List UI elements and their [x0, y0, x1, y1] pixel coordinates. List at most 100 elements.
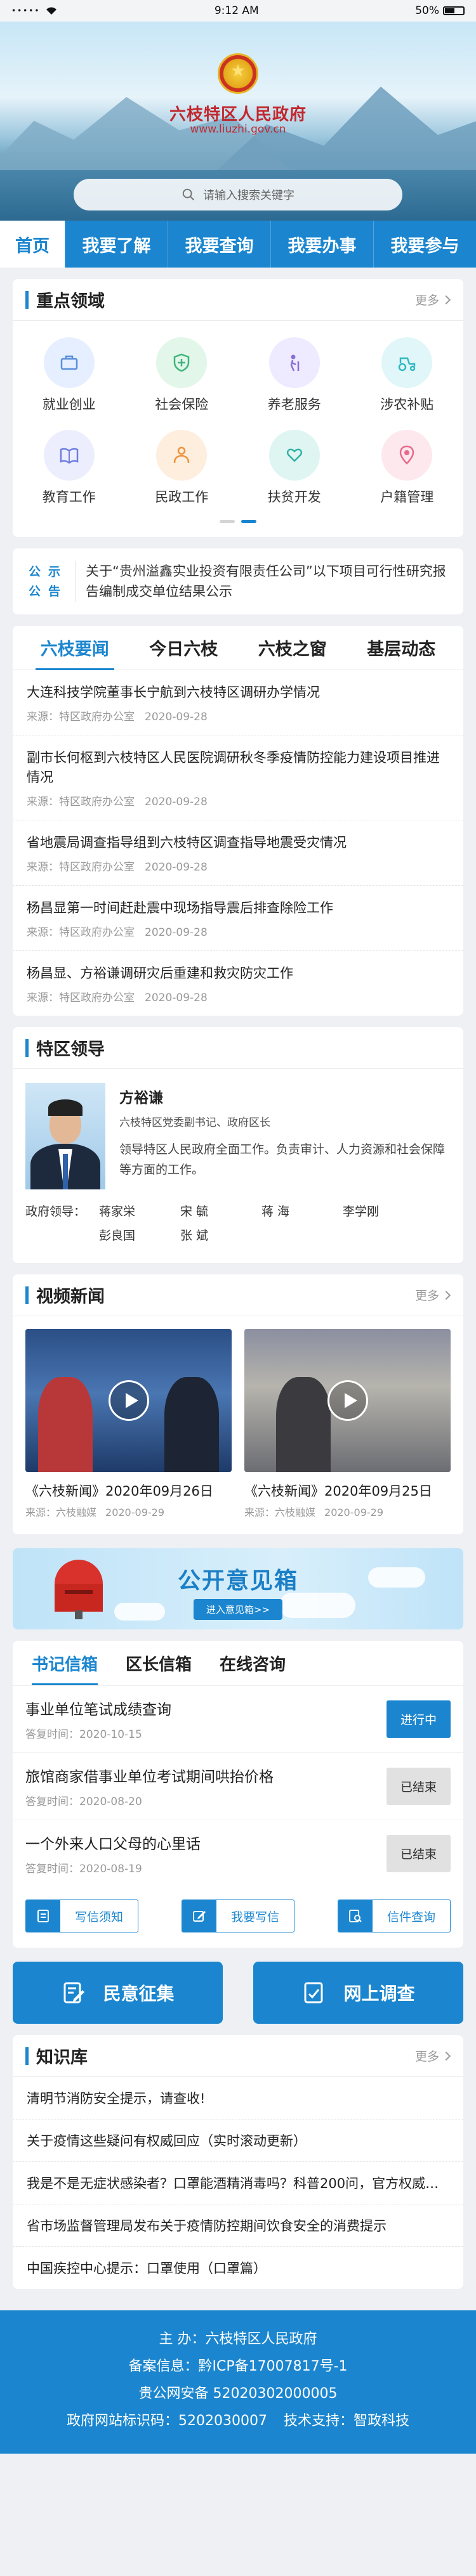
news-title: 省地震局调查指导组到六枝特区调查指导地震受灾情况	[27, 835, 347, 850]
news-source: 来源：特区政府办公室	[27, 992, 135, 1004]
news-date: 2020-09-28	[145, 711, 208, 723]
more-label: 更多	[414, 294, 439, 307]
national-emblem-icon	[218, 53, 258, 94]
more-link[interactable]: 更多	[414, 291, 451, 308]
chevron-right-icon	[441, 1290, 451, 1300]
button-label: 我要写信	[230, 1910, 279, 1924]
play-icon[interactable]	[327, 1380, 368, 1421]
more-link[interactable]: 更多	[415, 1286, 451, 1304]
video-card[interactable]: 《六枝新闻》2020年09月26日 来源：六枝融媒 2020-09-29	[25, 1329, 232, 1519]
video-date: 2020-09-29	[105, 1506, 164, 1518]
tab-services[interactable]: 我要办事	[270, 221, 373, 268]
notice-badge-char: 公	[28, 565, 41, 579]
letter-reply-time: 答复时间：2020-08-20	[25, 1796, 142, 1808]
more-label: 更多	[414, 2050, 439, 2064]
letter-item[interactable]: 事业单位笔试成绩查询 答复时间：2020-10-15 进行中	[13, 1685, 463, 1752]
knowledge-item[interactable]: 关于疫情这些疑问有权威回应（实时滚动更新）	[13, 2120, 463, 2162]
news-title: 杨昌显、方裕谦调研灾后重建和救灾防灾工作	[27, 966, 293, 981]
leader-name-link[interactable]: 李学刚	[343, 1200, 424, 1224]
knowledge-item[interactable]: 清明节消防安全提示，请查收!	[13, 2077, 463, 2120]
video-thumbnail[interactable]	[25, 1329, 232, 1472]
news-tabs: 六枝要闻 今日六枝 六枝之窗 基层动态	[13, 626, 463, 670]
key-areas-section: 重点领域 更多 就业创业 社会保险 养老服务 涉农补贴教育工作 民政工作 扶贫开发 户籍管理	[13, 279, 463, 537]
opinion-box-banner[interactable]: 公开意见箱 进入意见箱>>	[13, 1548, 463, 1629]
tab-grassroots[interactable]: 基层动态	[347, 626, 456, 670]
online-survey-button[interactable]: 网上调查	[253, 1962, 463, 2024]
leader-name-link[interactable]: 蒋家栄	[99, 1200, 180, 1224]
video-source: 来源：六枝融媒	[244, 1506, 316, 1518]
tab-home[interactable]: 首页	[0, 221, 65, 268]
tab-participate[interactable]: 我要参与	[373, 221, 476, 268]
search-input[interactable]: 请输入搜索关键字	[74, 179, 402, 210]
key-area-item[interactable]: 就业创业	[13, 337, 126, 413]
video-source: 来源：六枝融媒	[25, 1506, 97, 1518]
more-link[interactable]: 更多	[414, 2047, 451, 2064]
news-section: 六枝要闻 今日六枝 六枝之窗 基层动态 大连科技学院董事长宁航到六枝特区调研办学…	[13, 626, 463, 1016]
key-area-label: 社会保险	[155, 397, 209, 412]
leaders-section: 特区领导 方裕谦 六枝特区党委副书记、政府区长 领导特区人民政府全面工作。负责审…	[13, 1027, 463, 1263]
key-area-item[interactable]: 社会保险	[126, 337, 239, 413]
opinion-collection-button[interactable]: 民意征集	[13, 1962, 223, 2024]
tab-chief-mailbox[interactable]: 区长信箱	[112, 1641, 206, 1685]
leader-name-link[interactable]: 宋 毓	[180, 1200, 261, 1224]
pen-square-icon	[182, 1900, 216, 1932]
news-item[interactable]: 省地震局调查指导组到六枝特区调查指导地震受灾情况来源：特区政府办公室 2020-0…	[13, 820, 463, 886]
tab-window[interactable]: 六枝之窗	[238, 626, 347, 670]
news-meta: 来源：特区政府办公室 2020-09-28	[27, 708, 449, 723]
news-item[interactable]: 大连科技学院董事长宁航到六枝特区调研办学情况 来源：特区政府办公室 2020-09-…	[13, 670, 463, 735]
id-pin-icon	[381, 430, 433, 481]
video-section: 视频新闻 更多 《六枝新闻》2020年09月26日 来源：六枝融媒 2020-09…	[13, 1274, 463, 1534]
knowledge-item[interactable]: 我是不是无症状感染者？口罩能酒精消毒吗？科普200问，官方权威解答来了	[13, 2162, 463, 2204]
letter-item[interactable]: 一个外来人口父母的心里话 答复时间：2020-08-19 已结束	[13, 1820, 463, 1887]
signal-indicator: •••••	[11, 6, 41, 15]
tab-liuzhi-news[interactable]: 六枝要闻	[20, 626, 129, 670]
tab-online-consult[interactable]: 在线咨询	[206, 1641, 300, 1685]
letter-query-button[interactable]: 信件查询	[338, 1900, 451, 1932]
key-area-item[interactable]: 涉农补贴	[351, 337, 464, 413]
news-item[interactable]: 杨昌显第一时间赶赴震中现场指导震后排查除险工作 来源：特区政府办公室 2020-09…	[13, 886, 463, 951]
letter-reply-time: 答复时间：2020-10-15	[25, 1728, 142, 1741]
leader-info: 方裕谦 六枝特区党委副书记、政府区长 领导特区人民政府全面工作。负责审计、人力资…	[119, 1083, 451, 1189]
tab-learn[interactable]: 我要了解	[65, 221, 168, 268]
battery-icon	[442, 6, 465, 15]
key-area-item[interactable]: 养老服务	[238, 337, 351, 413]
video-card[interactable]: 《六枝新闻》2020年09月25日 来源：六枝融媒 2020-09-29	[244, 1329, 451, 1519]
status-left: •••••	[11, 6, 58, 15]
status-time: 9:12 AM	[214, 4, 259, 17]
knowledge-header: 知识库 更多	[13, 2035, 463, 2077]
key-area-item[interactable]: 民政工作	[126, 430, 239, 506]
news-item[interactable]: 副市长何枢到六枝特区人民医院调研秋冬季疫情防控能力建设项目推进情况 来源：特区政府…	[13, 735, 463, 820]
news-date: 2020-09-28	[145, 861, 208, 874]
news-item[interactable]: 杨昌显、方裕谦调研灾后重建和救灾防灾工作 来源：特区政府办公室 2020-09-28	[13, 951, 463, 1016]
tab-secretary-mailbox[interactable]: 书记信箱	[18, 1641, 112, 1685]
play-icon[interactable]	[108, 1380, 149, 1421]
pager-dot-active[interactable]	[241, 520, 256, 523]
leader-name-link[interactable]: 彭良国	[99, 1224, 180, 1248]
news-meta: 来源：特区政府办公室 2020-09-28	[27, 858, 449, 874]
video-thumbnail[interactable]	[244, 1329, 451, 1472]
letter-item[interactable]: 旅馆商家借事业单位考试期间哄抬价格 答复时间：2020-08-20 已结束	[13, 1752, 463, 1820]
knowledge-item[interactable]: 省市场监督管理局发布关于疫情防控期间饮食安全的消费提示	[13, 2204, 463, 2247]
key-areas-header: 重点领域 更多	[13, 279, 463, 321]
main-leader[interactable]: 方裕谦 六枝特区党委副书记、政府区长 领导特区人民政府全面工作。负责审计、人力资…	[13, 1069, 463, 1196]
anchor-figure	[38, 1377, 93, 1472]
enter-opinion-box-button[interactable]: 进入意见箱>>	[193, 1599, 283, 1620]
video-title: 《六枝新闻》2020年09月25日	[244, 1484, 432, 1499]
leader-name-link[interactable]: 蒋 海	[261, 1200, 343, 1224]
tab-today[interactable]: 今日六枝	[129, 626, 239, 670]
letter-list: 事业单位笔试成绩查询 答复时间：2020-10-15 进行中 旅馆商家借事业单位考试期…	[13, 1685, 463, 1887]
pager-dot[interactable]	[220, 520, 235, 523]
notice-bar[interactable]: 公 示 公 告 关于“贵州溢鑫实业投资有限责任公司”以下项目可行性研究报告编制成…	[13, 548, 463, 614]
leader-name-link[interactable]: 张 斌	[180, 1224, 261, 1248]
footer-police[interactable]: 贵公网安备 52020302000005	[0, 2380, 476, 2407]
footer-icp[interactable]: 备案信息：黔ICP备17007817号-1	[0, 2353, 476, 2380]
knowledge-list: 清明节消防安全提示，请查收! 关于疫情这些疑问有权威回应（实时滚动更新） 我是不是无…	[13, 2077, 463, 2289]
letter-notes-button[interactable]: 写信须知	[25, 1900, 138, 1932]
key-area-item[interactable]: 扶贫开发	[238, 430, 351, 506]
news-date: 2020-09-28	[145, 796, 208, 808]
write-letter-button[interactable]: 我要写信	[182, 1900, 294, 1932]
key-area-item[interactable]: 教育工作	[13, 430, 126, 506]
tab-query[interactable]: 我要查询	[168, 221, 270, 268]
key-area-item[interactable]: 户籍管理	[351, 430, 464, 506]
knowledge-item[interactable]: 中国疾控中心提示：口罩使用（口罩篇）	[13, 2247, 463, 2289]
